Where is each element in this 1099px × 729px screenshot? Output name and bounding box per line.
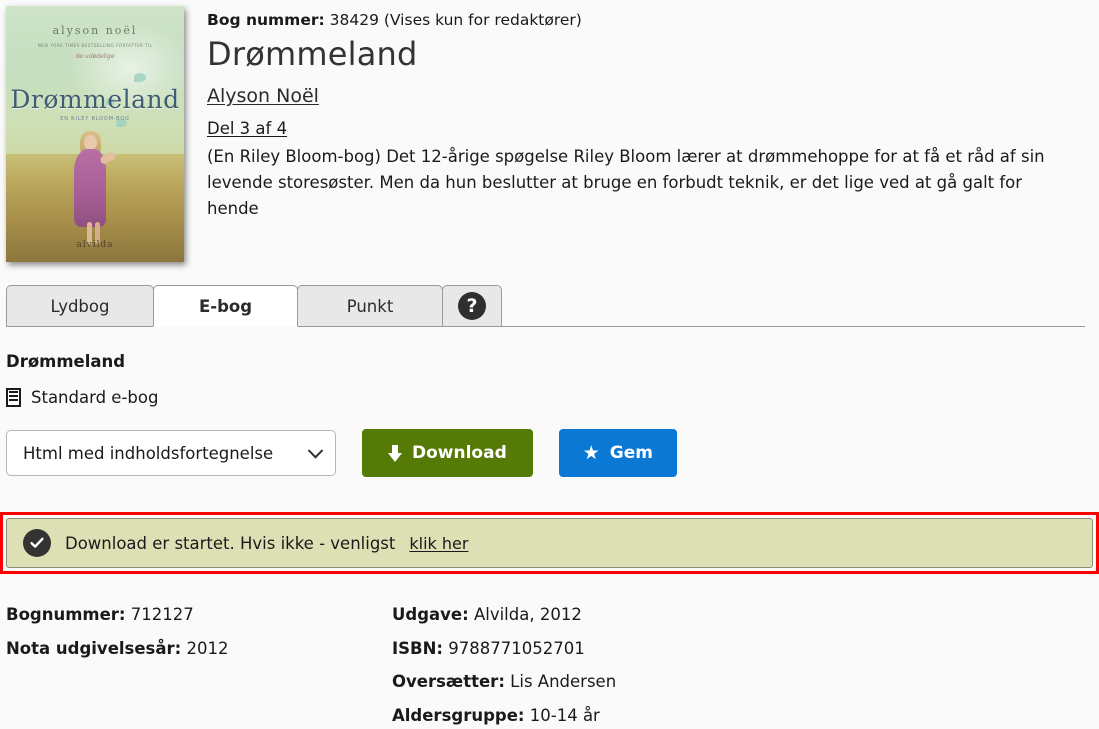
cover-art: alyson noël NEW YORK TIMES BESTSELLING F… bbox=[6, 6, 184, 262]
download-button-label: Download bbox=[412, 443, 507, 463]
metadata-row: Bognummer: 712127 bbox=[6, 598, 229, 632]
cover-title-text: Drømmeland bbox=[10, 85, 180, 115]
download-arrow-icon bbox=[388, 444, 402, 462]
metadata-column-left: Bognummer: 712127 Nota udgivelsesår: 201… bbox=[6, 598, 229, 665]
metadata-label: Oversætter: bbox=[392, 672, 505, 691]
format-select[interactable]: Html med indholdsfortegnelse bbox=[6, 430, 336, 476]
author-link[interactable]: Alyson Noël bbox=[207, 85, 319, 107]
metadata-label: Nota udgivelsesår: bbox=[6, 638, 182, 658]
metadata-row: Aldersgruppe: 10-14 år bbox=[392, 699, 616, 729]
tab-lydbog-label: Lydbog bbox=[50, 296, 110, 316]
cover-girl-illustration bbox=[65, 131, 126, 246]
alert-content: Download er startet. Hvis ikke - venligs… bbox=[6, 518, 1093, 568]
download-button[interactable]: Download bbox=[362, 429, 533, 477]
format-panel-title: Drømmeland bbox=[6, 352, 126, 371]
alert-message: Download er startet. Hvis ikke - venligs… bbox=[65, 533, 396, 553]
save-button-label: Gem bbox=[609, 443, 653, 463]
format-select-value: Html med indholdsfortegnelse bbox=[23, 443, 274, 463]
metadata-value: 9788771052701 bbox=[448, 638, 585, 658]
metadata-value: Alvilda, 2012 bbox=[473, 605, 582, 624]
save-button[interactable]: ★ Gem bbox=[558, 429, 677, 477]
cover-blurb-text: NEW YORK TIMES BESTSELLING FORFATTER TIL bbox=[37, 43, 153, 49]
cover-subtitle-text: EN RILEY BLOOM-BOG bbox=[60, 116, 130, 123]
alert-retry-link[interactable]: klik her bbox=[409, 534, 468, 553]
chevron-down-icon bbox=[307, 443, 324, 459]
metadata-row: ISBN: 9788771052701 bbox=[392, 632, 616, 666]
metadata-row: Udgave: Alvilda, 2012 bbox=[392, 598, 616, 632]
book-header: Bog nummer: 38429 (Vises kun for redaktø… bbox=[207, 10, 1087, 222]
metadata-value: 2012 bbox=[186, 638, 229, 658]
ebook-panel: Drømmeland Standard e-bog Html med indho… bbox=[6, 352, 1086, 477]
metadata-label: Bognummer: bbox=[6, 605, 126, 624]
book-description: (En Riley Bloom-bog) Det 12-årige spøgel… bbox=[207, 147, 1045, 218]
tab-lydbog[interactable]: Lydbog bbox=[6, 285, 154, 326]
book-number-note: (Vises kun for redaktører) bbox=[383, 11, 582, 29]
cover-publisher-text: alvilda bbox=[76, 240, 114, 251]
download-controls: Html med indholdsfortegnelse Download ★ … bbox=[6, 429, 1086, 477]
metadata-value: Lis Andersen bbox=[510, 672, 617, 691]
book-number-line: Bog nummer: 38429 (Vises kun for redaktø… bbox=[207, 10, 1087, 30]
metadata-label: ISBN: bbox=[392, 638, 444, 658]
document-icon bbox=[6, 388, 21, 407]
question-mark-icon: ? bbox=[458, 292, 486, 320]
book-cover-image: alyson noël NEW YORK TIMES BESTSELLING F… bbox=[6, 6, 184, 262]
download-status-alert: Download er startet. Hvis ikke - venligs… bbox=[0, 512, 1099, 574]
cover-blurb-secondary-text: de udødelige bbox=[75, 53, 115, 61]
metadata-label: Udgave: bbox=[392, 605, 469, 624]
page-title: Drømmeland bbox=[207, 35, 418, 73]
star-icon: ★ bbox=[582, 441, 600, 464]
metadata-row: Oversætter: Lis Andersen bbox=[392, 665, 616, 699]
cover-author-text: alyson noël bbox=[52, 23, 138, 37]
series-part-link[interactable]: Del 3 af 4 bbox=[207, 119, 287, 138]
page-root: alyson noël NEW YORK TIMES BESTSELLING F… bbox=[0, 0, 1099, 729]
butterfly-icon bbox=[134, 72, 147, 82]
tab-punkt[interactable]: Punkt bbox=[297, 285, 443, 326]
format-tabs: Lydbog E-bog Punkt ? bbox=[6, 285, 1085, 327]
metadata-value: 712127 bbox=[130, 605, 194, 624]
tab-ebog-label: E-bog bbox=[198, 296, 253, 316]
metadata-label: Aldersgruppe: bbox=[392, 705, 525, 725]
tab-help[interactable]: ? bbox=[442, 285, 502, 326]
metadata-value: 10-14 år bbox=[529, 705, 600, 725]
metadata-row: Nota udgivelsesår: 2012 bbox=[6, 632, 229, 666]
tab-ebog[interactable]: E-bog bbox=[153, 285, 298, 327]
metadata-column-right: Udgave: Alvilda, 2012 ISBN: 978877105270… bbox=[392, 598, 616, 729]
book-number-label: Bog nummer: bbox=[207, 11, 325, 29]
format-name: Standard e-bog bbox=[31, 388, 159, 407]
book-number-value: 38429 bbox=[329, 11, 379, 29]
tab-punkt-label: Punkt bbox=[346, 296, 394, 316]
check-circle-icon bbox=[23, 529, 51, 557]
format-row: Standard e-bog bbox=[6, 388, 1086, 407]
